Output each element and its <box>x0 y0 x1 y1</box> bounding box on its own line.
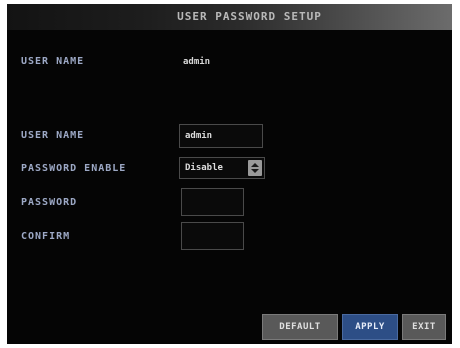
current-user-name-label: USER NAME <box>21 56 85 67</box>
user-name-input[interactable] <box>179 124 263 148</box>
window-title: USER PASSWORD SETUP <box>7 4 452 30</box>
confirm-input[interactable] <box>181 222 244 250</box>
current-user-name-value: admin <box>183 57 211 67</box>
password-enable-label: PASSWORD ENABLE <box>21 163 127 174</box>
password-enable-selected-value: Disable <box>185 163 223 173</box>
default-button[interactable]: DEFAULT <box>262 314 338 340</box>
password-label: PASSWORD <box>21 197 78 208</box>
confirm-label: CONFIRM <box>21 231 71 242</box>
user-name-label: USER NAME <box>21 130 85 141</box>
exit-button[interactable]: EXIT <box>402 314 446 340</box>
password-input[interactable] <box>181 188 244 216</box>
up-down-arrows-icon[interactable] <box>248 160 262 176</box>
apply-button[interactable]: APPLY <box>342 314 398 340</box>
user-password-setup-screen: USER PASSWORD SETUP USER NAME admin USER… <box>7 4 452 344</box>
password-enable-select[interactable]: Disable <box>179 157 265 179</box>
